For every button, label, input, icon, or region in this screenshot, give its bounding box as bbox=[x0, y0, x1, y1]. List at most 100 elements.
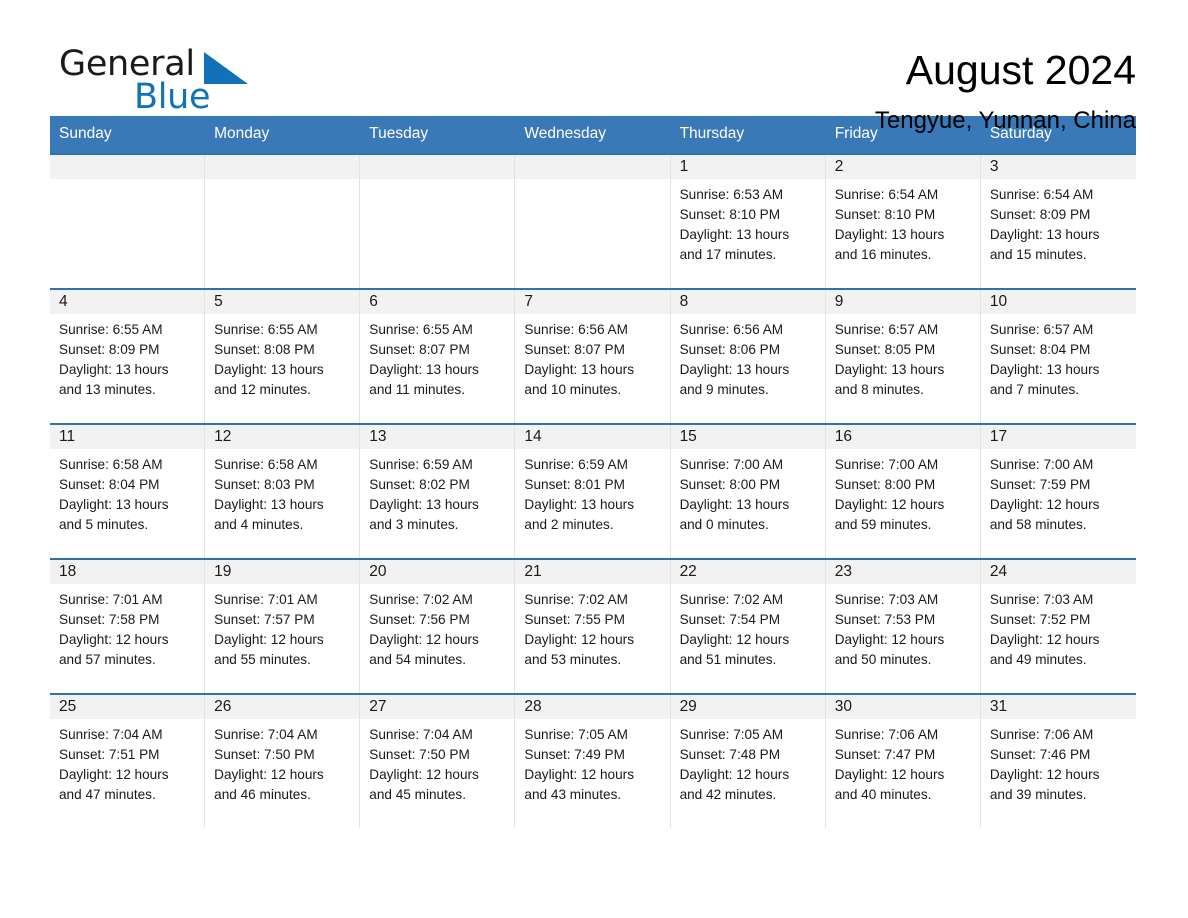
sunrise-text: Sunrise: 6:58 AM bbox=[214, 457, 318, 472]
daylight-text: Daylight: 13 hours and 4 minutes. bbox=[214, 497, 324, 532]
sunset-text: Sunset: 8:00 PM bbox=[834, 477, 936, 492]
day-details: Sunrise: 7:02 AM Sunset: 7:56 PM Daylight:… bbox=[360, 584, 514, 670]
daylight-text: Daylight: 12 hours and 50 minutes. bbox=[834, 632, 945, 667]
sunrise-text: Sunrise: 7:04 AM bbox=[369, 727, 473, 742]
day-cell[interactable]: 7 Sunrise: 6:56 AM Sunset: 8:07 PM Daylight… bbox=[515, 290, 671, 423]
daylight-text: Daylight: 12 hours and 55 minutes. bbox=[214, 632, 324, 667]
day-number-band: 28 bbox=[515, 695, 670, 719]
day-details: Sunrise: 7:06 AM Sunset: 7:46 PM Daylight:… bbox=[981, 719, 1136, 805]
daylight-text: Daylight: 12 hours and 40 minutes. bbox=[834, 767, 945, 802]
day-details: Sunrise: 7:05 AM Sunset: 7:48 PM Daylight:… bbox=[671, 719, 825, 805]
sunset-text: Sunset: 8:04 PM bbox=[989, 342, 1091, 357]
day-details: Sunrise: 7:03 AM Sunset: 7:52 PM Daylight:… bbox=[981, 584, 1136, 670]
day-details bbox=[205, 179, 359, 185]
day-cell[interactable]: 2 Sunrise: 6:54 AM Sunset: 8:10 PM Daylight… bbox=[825, 155, 981, 288]
daylight-text: Daylight: 12 hours and 39 minutes. bbox=[989, 767, 1100, 802]
day-cell[interactable]: 22 Sunrise: 7:02 AM Sunset: 7:54 PM Dayligh… bbox=[670, 560, 826, 693]
day-details: Sunrise: 7:00 AM Sunset: 7:59 PM Daylight:… bbox=[981, 449, 1136, 535]
day-cell[interactable]: 3 Sunrise: 6:54 AM Sunset: 8:09 PM Daylight… bbox=[980, 155, 1136, 288]
sunset-text: Sunset: 7:50 PM bbox=[214, 747, 315, 762]
day-number: 31 bbox=[989, 698, 1008, 715]
day-cell[interactable]: 29 Sunrise: 7:05 AM Sunset: 7:48 PM Dayligh… bbox=[670, 695, 826, 828]
daylight-text: Daylight: 13 hours and 13 minutes. bbox=[59, 362, 169, 397]
day-cell[interactable]: 28 Sunrise: 7:05 AM Sunset: 7:49 PM Dayligh… bbox=[515, 695, 671, 828]
day-cell[interactable]: 24 Sunrise: 7:03 AM Sunset: 7:52 PM Dayligh… bbox=[980, 560, 1136, 693]
sunset-text: Sunset: 8:05 PM bbox=[834, 342, 936, 357]
weekday-tuesday: Tuesday bbox=[369, 125, 429, 142]
daylight-text: Daylight: 12 hours and 42 minutes. bbox=[679, 767, 790, 802]
week-row: 18 Sunrise: 7:01 AM Sunset: 7:58 PM Dayligh… bbox=[50, 558, 1136, 693]
sunset-text: Sunset: 7:59 PM bbox=[989, 477, 1091, 492]
day-cell[interactable]: 10 Sunrise: 6:57 AM Sunset: 8:04 PM Dayligh… bbox=[980, 290, 1136, 423]
day-number-band bbox=[360, 155, 515, 179]
sunset-text: Sunset: 8:00 PM bbox=[679, 477, 781, 492]
day-cell[interactable]: 17 Sunrise: 7:00 AM Sunset: 7:59 PM Dayligh… bbox=[980, 425, 1136, 558]
sunrise-text: Sunrise: 7:00 AM bbox=[679, 457, 784, 472]
sunset-text: Sunset: 8:10 PM bbox=[834, 207, 936, 222]
day-number: 6 bbox=[369, 293, 378, 310]
sunset-text: Sunset: 7:54 PM bbox=[679, 612, 781, 627]
day-number-band: 4 bbox=[50, 290, 205, 314]
day-cell[interactable]: 1 Sunrise: 6:53 AM Sunset: 8:10 PM Daylight… bbox=[670, 155, 826, 288]
day-cell[interactable]: 12 Sunrise: 6:58 AM Sunset: 8:03 PM Dayligh… bbox=[205, 425, 361, 558]
day-cell[interactable]: 18 Sunrise: 7:01 AM Sunset: 7:58 PM Dayligh… bbox=[50, 560, 206, 693]
day-cell[interactable]: 9 Sunrise: 6:57 AM Sunset: 8:05 PM Daylight… bbox=[825, 290, 981, 423]
day-number: 22 bbox=[679, 563, 697, 580]
day-number: 29 bbox=[679, 698, 697, 715]
day-number-band: 25 bbox=[50, 695, 205, 719]
day-cell[interactable]: 19 Sunrise: 7:01 AM Sunset: 7:57 PM Dayligh… bbox=[205, 560, 361, 693]
day-details: Sunrise: 6:56 AM Sunset: 8:07 PM Daylight:… bbox=[515, 314, 669, 400]
day-cell-empty bbox=[515, 155, 671, 288]
sunrise-text: Sunrise: 6:55 AM bbox=[214, 322, 318, 337]
daylight-text: Daylight: 12 hours and 51 minutes. bbox=[679, 632, 790, 667]
day-cell[interactable]: 26 Sunrise: 7:04 AM Sunset: 7:50 PM Dayligh… bbox=[205, 695, 361, 828]
sunrise-text: Sunrise: 6:59 AM bbox=[524, 457, 628, 472]
day-cell[interactable]: 4 Sunrise: 6:55 AM Sunset: 8:09 PM Daylight… bbox=[50, 290, 206, 423]
daylight-text: Daylight: 12 hours and 57 minutes. bbox=[59, 632, 169, 667]
sunrise-text: Sunrise: 7:02 AM bbox=[679, 592, 784, 607]
day-number: 5 bbox=[214, 293, 223, 310]
sunrise-text: Sunrise: 7:05 AM bbox=[524, 727, 628, 742]
day-cell[interactable]: 30 Sunrise: 7:06 AM Sunset: 7:47 PM Dayligh… bbox=[825, 695, 981, 828]
day-number: 3 bbox=[989, 158, 999, 175]
day-number: 14 bbox=[524, 428, 542, 445]
day-number-band: 30 bbox=[825, 695, 980, 719]
day-number: 18 bbox=[59, 563, 77, 580]
day-number-band bbox=[205, 155, 360, 179]
daylight-text: Daylight: 13 hours and 16 minutes. bbox=[834, 227, 945, 262]
day-details: Sunrise: 7:01 AM Sunset: 7:58 PM Daylight:… bbox=[50, 584, 204, 670]
day-details bbox=[515, 179, 669, 185]
day-number-band: 17 bbox=[980, 425, 1136, 449]
day-number: 30 bbox=[834, 698, 852, 715]
day-cell[interactable]: 16 Sunrise: 7:00 AM Sunset: 8:00 PM Dayligh… bbox=[825, 425, 981, 558]
weekday-header-row: Sunday Monday Tuesday Wednesday Thursday… bbox=[50, 116, 1136, 153]
general-blue-logo[interactable]: General Blue bbox=[56, 44, 356, 117]
daylight-text: Daylight: 13 hours and 2 minutes. bbox=[524, 497, 634, 532]
week-row: 1 Sunrise: 6:53 AM Sunset: 8:10 PM Daylight… bbox=[50, 153, 1136, 288]
day-number: 20 bbox=[369, 563, 387, 580]
day-cell[interactable]: 5 Sunrise: 6:55 AM Sunset: 8:08 PM Daylight… bbox=[205, 290, 361, 423]
week-row: 25 Sunrise: 7:04 AM Sunset: 7:51 PM Dayligh… bbox=[50, 693, 1136, 828]
sunset-text: Sunset: 7:48 PM bbox=[679, 747, 781, 762]
calendar-grid: Sunday Monday Tuesday Wednesday Thursday… bbox=[50, 116, 1136, 828]
day-details bbox=[50, 179, 204, 185]
sunrise-text: Sunrise: 7:00 AM bbox=[989, 457, 1094, 472]
daylight-text: Daylight: 12 hours and 45 minutes. bbox=[369, 767, 479, 802]
day-cell[interactable]: 13 Sunrise: 6:59 AM Sunset: 8:02 PM Dayligh… bbox=[360, 425, 516, 558]
day-cell[interactable]: 27 Sunrise: 7:04 AM Sunset: 7:50 PM Dayligh… bbox=[360, 695, 516, 828]
day-cell[interactable]: 25 Sunrise: 7:04 AM Sunset: 7:51 PM Dayligh… bbox=[50, 695, 206, 828]
day-cell[interactable]: 8 Sunrise: 6:56 AM Sunset: 8:06 PM Daylight… bbox=[670, 290, 826, 423]
day-details: Sunrise: 6:59 AM Sunset: 8:02 PM Daylight:… bbox=[360, 449, 514, 535]
day-cell[interactable]: 6 Sunrise: 6:55 AM Sunset: 8:07 PM Daylight… bbox=[360, 290, 516, 423]
daylight-text: Daylight: 12 hours and 53 minutes. bbox=[524, 632, 634, 667]
day-details: Sunrise: 6:58 AM Sunset: 8:04 PM Daylight:… bbox=[50, 449, 204, 535]
day-cell[interactable]: 20 Sunrise: 7:02 AM Sunset: 7:56 PM Dayligh… bbox=[360, 560, 516, 693]
day-cell[interactable]: 21 Sunrise: 7:02 AM Sunset: 7:55 PM Dayligh… bbox=[515, 560, 671, 693]
day-number-band: 19 bbox=[205, 560, 360, 584]
day-cell[interactable]: 23 Sunrise: 7:03 AM Sunset: 7:53 PM Dayligh… bbox=[825, 560, 981, 693]
day-cell[interactable]: 15 Sunrise: 7:00 AM Sunset: 8:00 PM Dayligh… bbox=[670, 425, 826, 558]
day-cell[interactable]: 14 Sunrise: 6:59 AM Sunset: 8:01 PM Dayligh… bbox=[515, 425, 671, 558]
day-cell[interactable]: 31 Sunrise: 7:06 AM Sunset: 7:46 PM Dayligh… bbox=[980, 695, 1136, 828]
day-cell[interactable]: 11 Sunrise: 6:58 AM Sunset: 8:04 PM Dayligh… bbox=[50, 425, 206, 558]
day-number-band: 27 bbox=[360, 695, 515, 719]
